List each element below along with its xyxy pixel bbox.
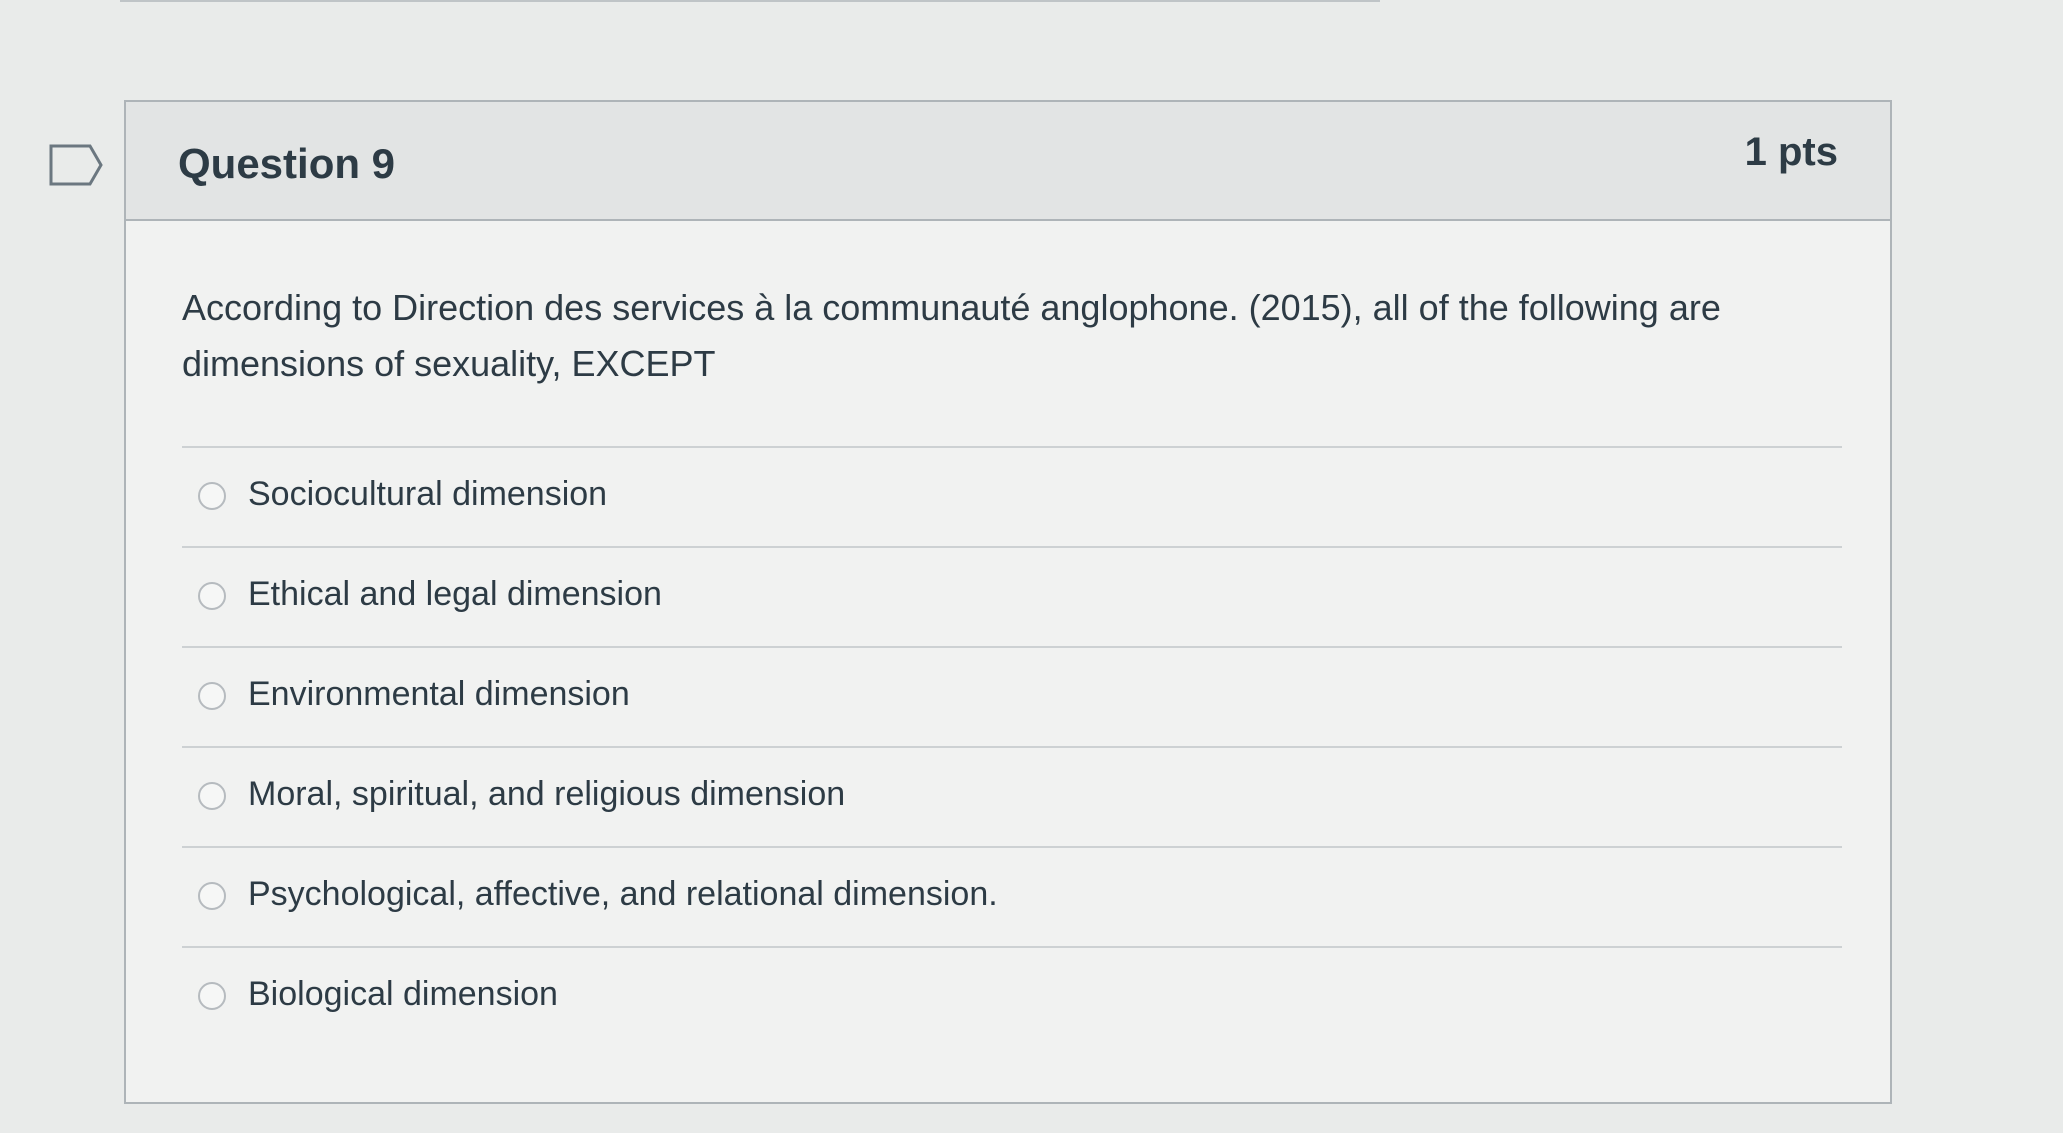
answer-option[interactable]: Psychological, affective, and relational… [182,846,1842,946]
top-divider [120,0,1380,2]
question-title: Question 9 [178,140,396,187]
answer-option[interactable]: Sociocultural dimension [182,446,1842,546]
radio-button[interactable] [198,982,226,1010]
question-text: According to Direction des services à la… [182,287,1721,384]
radio-button[interactable] [198,782,226,810]
answer-label[interactable]: Sociocultural dimension [248,475,607,514]
answer-label[interactable]: Environmental dimension [248,675,630,714]
answer-label[interactable]: Psychological, affective, and relational… [248,875,998,914]
flag-question-icon[interactable] [48,143,104,187]
radio-button[interactable] [198,882,226,910]
radio-button[interactable] [198,482,226,510]
answer-label[interactable]: Moral, spiritual, and religious dimensio… [248,775,845,814]
answer-label[interactable]: Biological dimension [248,975,558,1014]
answer-option[interactable]: Environmental dimension [182,646,1842,746]
question-header: Question 9 1 pts [126,102,1890,221]
answer-option[interactable]: Biological dimension [182,946,1842,1046]
question-card: Question 9 1 pts According to Direction … [124,100,1892,1104]
answer-label[interactable]: Ethical and legal dimension [248,575,662,614]
answer-option[interactable]: Ethical and legal dimension [182,546,1842,646]
radio-button[interactable] [198,582,226,610]
question-points: 1 pts [1744,130,1838,174]
answer-option[interactable]: Moral, spiritual, and religious dimensio… [182,746,1842,846]
radio-button[interactable] [198,682,226,710]
answer-list: Sociocultural dimension Ethical and lega… [182,446,1842,1046]
